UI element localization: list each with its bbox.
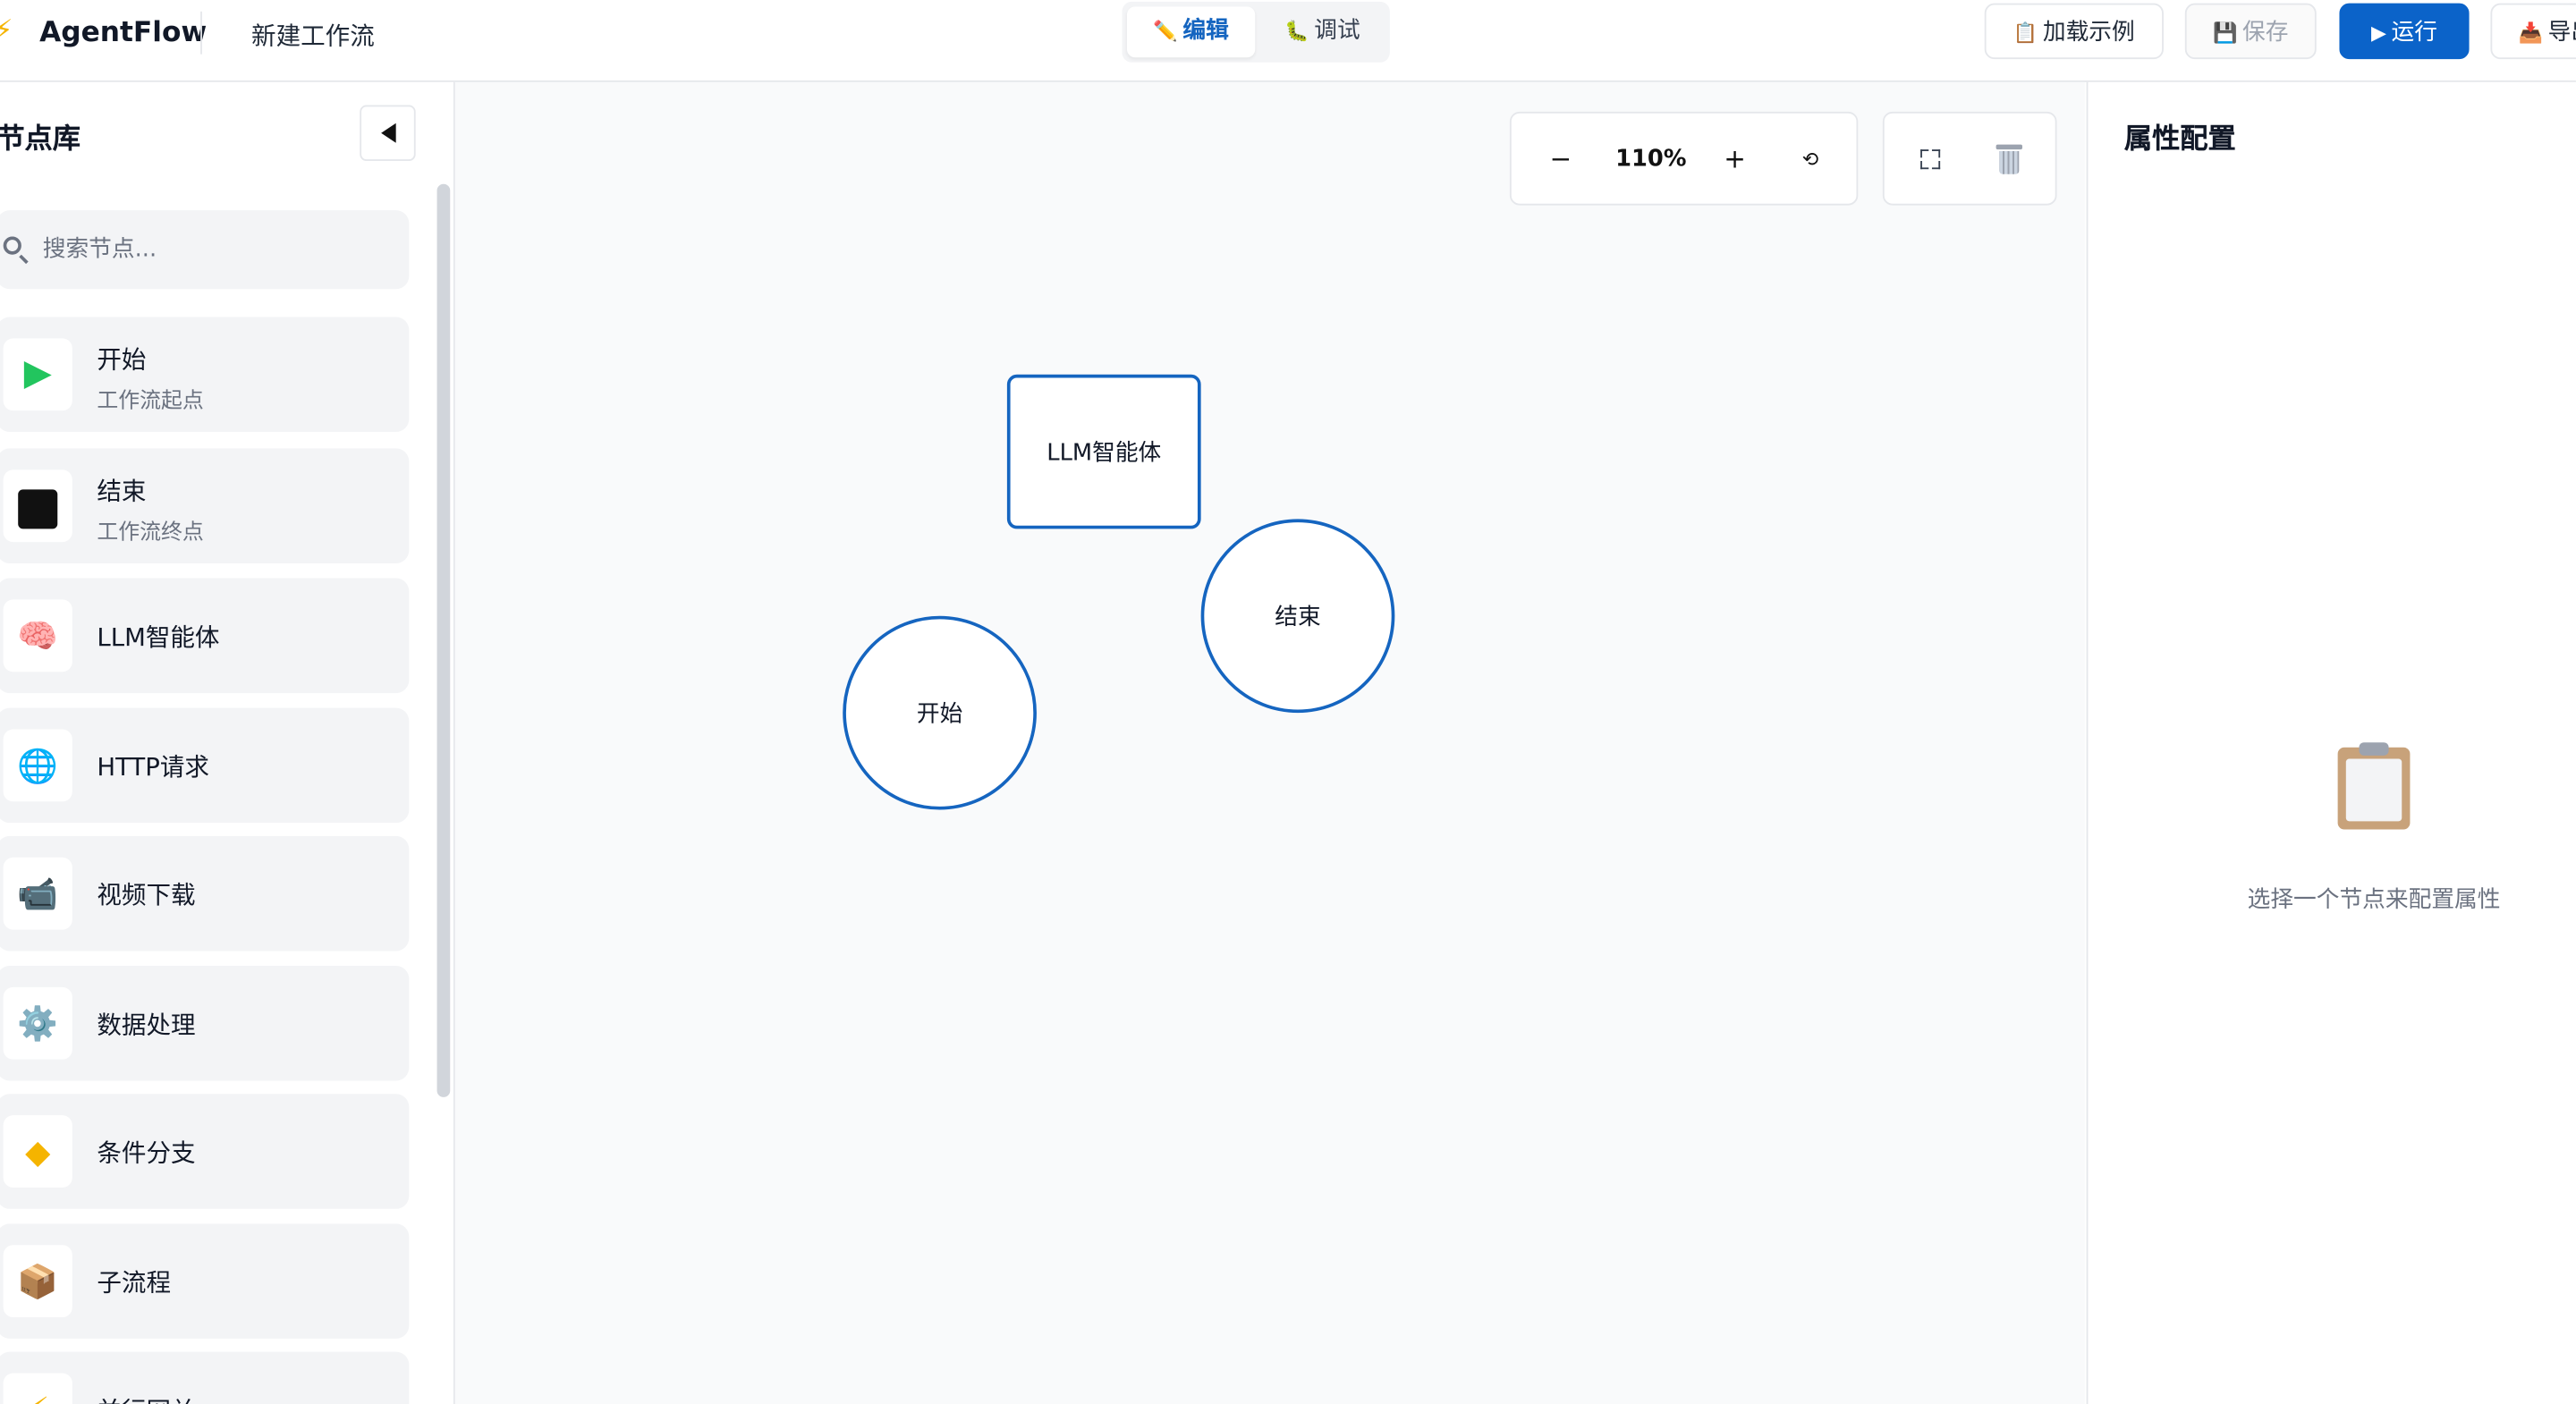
workflow-name[interactable]: 新建工作流 [251,18,375,53]
node-item-name: 视频下载 [97,880,196,910]
node-item-name: HTTP请求 [97,752,209,782]
pencil-icon: ✏️ [1153,20,1178,43]
node-item-name: 并行网关 [97,1393,195,1404]
export-label: 导出 [2547,20,2576,47]
node-item-name: 结束 [97,476,147,506]
canvas-node-end[interactable]: 结束 [1200,519,1395,714]
save-label: 保存 [2242,20,2289,47]
node-item-subflow[interactable]: 📦 子流程 [0,1223,410,1339]
run-label: 运行 [2391,20,2437,47]
stop-icon [3,469,72,543]
properties-title: 属性配置 [2123,123,2236,156]
edit-mode-button[interactable]: ✏️ 编辑 [1126,6,1256,58]
zoom-controls: − 110% + ⟲ [1509,111,1859,206]
workflow-canvas[interactable]: − 110% + ⟲ LLM智能体 结束 开始 [454,81,2085,1404]
node-item-http[interactable]: 🌐 HTTP请求 [0,707,410,824]
node-item-data-processing[interactable]: ⚙️ 数据处理 [0,965,410,1081]
node-item-start[interactable]: ▶ 开始 工作流起点 [0,317,410,433]
export-button[interactable]: 📥导出 [2490,3,2576,60]
top-bar: ⚡ AgentFlow 新建工作流 ✏️编辑 🐛调试 📋加载示例 💾保存 ▶运行… [0,0,2576,82]
app-title: AgentFlow [39,16,208,50]
node-item-video-download[interactable]: 📹 视频下载 [0,835,410,952]
save-button[interactable]: 💾 保存 [2184,3,2317,60]
bug-icon: 🐛 [1284,20,1309,43]
globe-icon: 🌐 [3,729,72,802]
package-icon: 📦 [3,1245,72,1318]
reset-zoom-button[interactable]: ⟲ [1794,141,1827,177]
triangle-left-icon [381,123,396,143]
canvas-tools [1882,111,2057,206]
collapse-sidebar-button[interactable] [360,105,416,161]
node-item-name: 子流程 [97,1267,172,1298]
properties-panel: 属性配置 选择一个节点来配置属性 [2086,81,2576,1404]
clipboard-icon [2337,742,2411,830]
canvas-node-start[interactable]: 开始 [843,615,1037,810]
empty-properties-message: 选择一个节点来配置属性 [2247,886,2501,914]
node-search-box [0,210,410,290]
app-root: ⚡ AgentFlow 新建工作流 ✏️编辑 🐛调试 📋加载示例 💾保存 ▶运行… [0,0,2576,1404]
load-example-button[interactable]: 📋 加载示例 [1984,3,2164,60]
node-item-desc: 工作流起点 [97,389,204,414]
brain-icon: 🧠 [3,599,72,672]
search-icon [3,236,21,255]
node-item-llm[interactable]: 🧠 LLM智能体 [0,578,410,694]
debug-mode-label: 调试 [1314,18,1360,45]
node-item-parallel-gateway[interactable]: ⚡ 并行网关 [0,1351,410,1404]
load-example-label: 加载示例 [2042,20,2135,47]
debug-mode-button[interactable]: 🐛 调试 [1258,6,1386,57]
node-item-name: 条件分支 [97,1138,196,1168]
node-library-panel: 节点库 ▶ 开始 工作流起点 结束 工作流终点 🧠 LLM智能体 [0,81,455,1404]
sidebar-scrollbar[interactable] [436,183,451,1097]
node-item-name: 数据处理 [97,1010,196,1040]
node-item-end[interactable]: 结束 工作流终点 [0,448,410,563]
zoom-level: 110% [1615,146,1687,173]
clipboard-icon: 📋 [2012,21,2038,45]
inbox-tray-icon: 📥 [2518,21,2544,45]
node-search-input[interactable] [42,230,388,270]
header-divider [200,11,202,55]
run-button[interactable]: ▶ 运行 [2339,3,2470,60]
floppy-disk-icon: 💾 [2213,21,2238,45]
lightning-logo-icon: ⚡ [0,15,13,48]
video-camera-icon: 📹 [3,857,72,930]
node-item-name: LLM智能体 [97,622,220,653]
mode-switch: ✏️ 编辑 🐛 调试 [1122,1,1390,63]
node-item-condition[interactable]: ◆ 条件分支 [0,1094,410,1209]
diamond-icon: ◆ [3,1115,72,1188]
edit-mode-label: 编辑 [1182,18,1229,45]
play-icon: ▶ [3,338,72,411]
node-item-desc: 工作流终点 [97,520,204,546]
node-item-name: 开始 [97,344,147,375]
canvas-node-llm[interactable]: LLM智能体 [1006,374,1201,529]
lightning-icon: ⚡ [3,1373,72,1404]
gear-icon: ⚙️ [3,986,72,1060]
fit-view-icon[interactable] [1920,149,1941,170]
play-icon: ▶ [2371,21,2387,45]
trash-icon[interactable] [1996,144,2022,176]
zoom-in-button[interactable]: + [1718,141,1751,177]
zoom-out-button[interactable]: − [1544,141,1577,177]
node-library-title: 节点库 [0,123,80,156]
